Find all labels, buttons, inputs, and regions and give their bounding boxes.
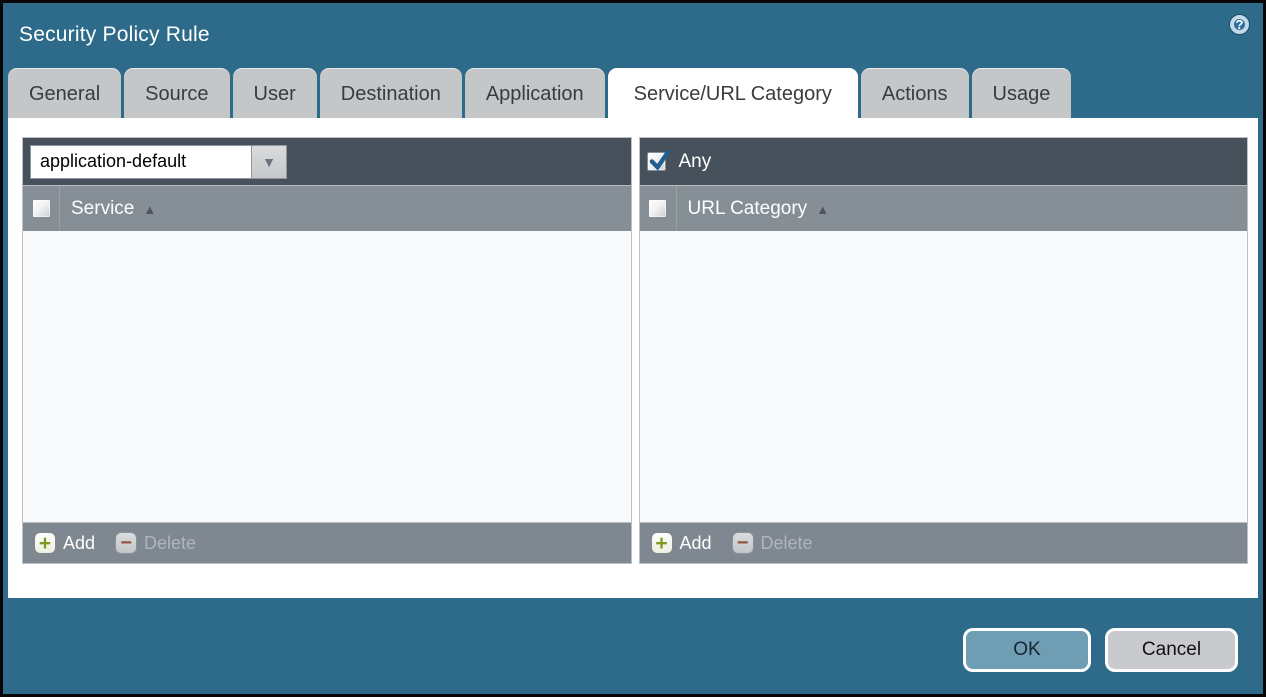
url-category-delete-button[interactable]: − Delete	[732, 532, 813, 554]
service-column-header-row: Service ▲	[23, 185, 631, 231]
service-list	[23, 231, 631, 522]
tab-general[interactable]: General	[8, 68, 121, 118]
sort-ascending-icon: ▲	[816, 202, 829, 217]
checkmark-icon	[648, 149, 671, 172]
cancel-button[interactable]: Cancel	[1105, 628, 1238, 672]
service-column-label: Service	[71, 198, 134, 220]
tab-usage[interactable]: Usage	[972, 68, 1072, 118]
ok-button[interactable]: OK	[963, 628, 1091, 672]
tab-actions[interactable]: Actions	[861, 68, 969, 118]
url-category-select-all-cell	[640, 186, 677, 231]
minus-icon: −	[732, 532, 754, 554]
url-category-add-label: Add	[680, 533, 712, 554]
url-category-panel: Any URL Category ▲ + Add − Dele	[639, 137, 1249, 564]
url-category-column-header[interactable]: URL Category ▲	[677, 186, 830, 231]
url-category-panel-header: Any	[640, 138, 1248, 185]
tab-destination[interactable]: Destination	[320, 68, 462, 118]
url-category-add-button[interactable]: + Add	[651, 532, 712, 554]
service-select-all-cell	[23, 186, 60, 231]
service-type-input[interactable]	[30, 145, 251, 179]
any-label: Any	[679, 151, 712, 173]
plus-icon: +	[651, 532, 673, 554]
tab-user[interactable]: User	[233, 68, 317, 118]
url-category-select-all-checkbox[interactable]	[648, 199, 667, 218]
tab-source[interactable]: Source	[124, 68, 229, 118]
service-delete-label: Delete	[144, 533, 196, 554]
help-icon[interactable]: ?	[1230, 15, 1249, 34]
url-category-column-label: URL Category	[688, 198, 808, 220]
question-mark-glyph: ?	[1236, 18, 1244, 31]
service-select-all-checkbox[interactable]	[32, 199, 51, 218]
dialog-footer: OK Cancel	[3, 628, 1263, 672]
service-panel-header: ▼	[23, 138, 631, 185]
security-policy-rule-dialog: Security Policy Rule ? General Source Us…	[0, 0, 1266, 697]
sort-ascending-icon: ▲	[143, 202, 156, 217]
service-panel-footer: + Add − Delete	[23, 522, 631, 563]
tab-bar: General Source User Destination Applicat…	[3, 67, 1263, 118]
tab-application[interactable]: Application	[465, 68, 605, 118]
service-type-dropdown[interactable]: ▼	[30, 145, 287, 179]
service-panel: ▼ Service ▲ + Add −	[22, 137, 632, 564]
service-delete-button[interactable]: − Delete	[115, 532, 196, 554]
any-checkbox[interactable]	[647, 152, 666, 171]
service-add-button[interactable]: + Add	[34, 532, 95, 554]
service-column-header[interactable]: Service ▲	[60, 186, 156, 231]
url-category-column-header-row: URL Category ▲	[640, 185, 1248, 231]
url-category-delete-label: Delete	[761, 533, 813, 554]
service-add-label: Add	[63, 533, 95, 554]
tab-content: ▼ Service ▲ + Add −	[8, 118, 1258, 598]
service-type-dropdown-button[interactable]: ▼	[251, 145, 287, 179]
tab-service-url-category[interactable]: Service/URL Category	[608, 68, 858, 118]
url-category-panel-footer: + Add − Delete	[640, 522, 1248, 563]
url-category-list	[640, 231, 1248, 522]
plus-icon: +	[34, 532, 56, 554]
chevron-down-icon: ▼	[262, 155, 276, 169]
dialog-title: Security Policy Rule	[19, 23, 210, 47]
minus-icon: −	[115, 532, 137, 554]
title-bar: Security Policy Rule ?	[3, 3, 1263, 67]
